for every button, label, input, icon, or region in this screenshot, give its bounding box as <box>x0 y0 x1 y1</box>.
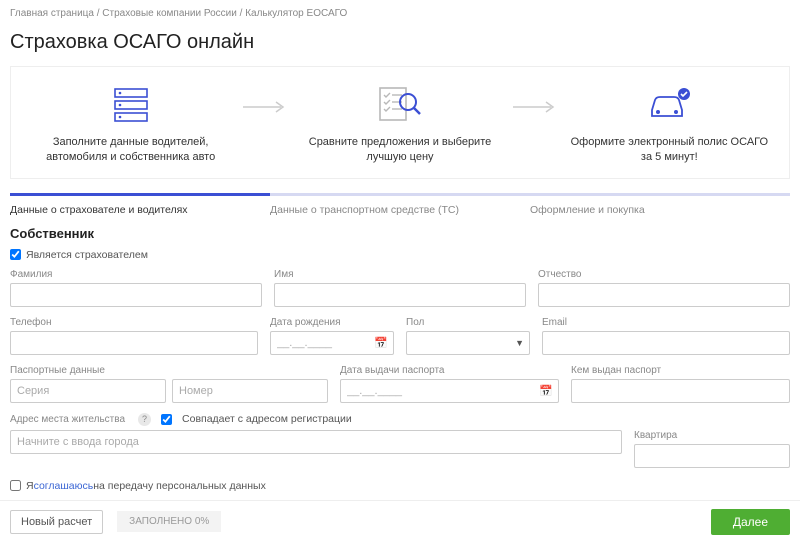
consent-row: Я соглашаюсь на передачу персональных да… <box>10 480 790 492</box>
footer-bar: Новый расчет ЗАПОЛНЕНО 0% Далее <box>0 500 800 543</box>
consent-suffix: на передачу персональных данных <box>93 480 266 492</box>
same-address-label: Совпадает с адресом регистрации <box>182 413 352 425</box>
help-icon[interactable]: ? <box>138 413 151 426</box>
new-calc-button[interactable]: Новый расчет <box>10 510 103 534</box>
address-label: Адрес места жительства <box>10 414 125 425</box>
step-2: Сравните предложения и выберите лучшую ц… <box>290 83 509 166</box>
chevron-down-icon: ▼ <box>515 338 524 348</box>
progress-seg-3 <box>530 193 790 196</box>
form-icon <box>29 83 232 127</box>
compare-icon <box>298 83 501 127</box>
breadcrumb-current: Калькулятор ЕОСАГО <box>245 8 347 19</box>
patronymic-label: Отчество <box>538 269 790 280</box>
tab-insurer[interactable]: Данные о страхователе и водителях <box>10 204 270 216</box>
next-button[interactable]: Далее <box>711 509 790 535</box>
is-insurer-row: Является страхователем <box>10 249 790 261</box>
progress-seg-2 <box>270 193 530 196</box>
owner-heading: Собственник <box>10 226 790 241</box>
phone-input[interactable] <box>10 331 258 355</box>
breadcrumb-companies[interactable]: Страховые компании России <box>102 8 237 19</box>
step-1: Заполните данные водителей, автомобиля и… <box>21 83 240 166</box>
lastname-input[interactable] <box>10 283 262 307</box>
phone-label: Телефон <box>10 317 258 328</box>
apartment-input[interactable] <box>634 444 790 468</box>
passport-issued-input[interactable] <box>571 379 790 403</box>
car-check-icon <box>568 83 771 127</box>
arrow-icon <box>510 101 560 113</box>
step-1-text: Заполните данные водителей, автомобиля и… <box>29 135 232 166</box>
is-insurer-label: Является страхователем <box>26 249 148 261</box>
lastname-label: Фамилия <box>10 269 262 280</box>
passport-label: Паспортные данные <box>10 365 328 376</box>
is-insurer-checkbox[interactable] <box>10 249 21 260</box>
progress-seg-1 <box>10 193 270 196</box>
owner-section: Собственник Является страхователем Фамил… <box>10 226 790 492</box>
apartment-label: Квартира <box>634 430 790 441</box>
gender-select[interactable] <box>406 331 530 355</box>
firstname-label: Имя <box>274 269 526 280</box>
fill-status: ЗАПОЛНЕНО 0% <box>117 511 221 532</box>
email-input[interactable] <box>542 331 790 355</box>
passport-number-input[interactable] <box>172 379 328 403</box>
tab-labels: Данные о страхователе и водителях Данные… <box>10 196 790 226</box>
breadcrumb: Главная страница / Страховые компании Ро… <box>0 0 800 27</box>
consent-link[interactable]: соглашаюсь <box>34 480 94 492</box>
patronymic-input[interactable] <box>538 283 790 307</box>
same-address-checkbox[interactable] <box>161 414 172 425</box>
firstname-input[interactable] <box>274 283 526 307</box>
consent-checkbox[interactable] <box>10 480 21 491</box>
page-title: Страховка ОСАГО онлайн <box>0 27 800 66</box>
arrow-icon <box>240 101 290 113</box>
progress-bar <box>10 193 790 196</box>
breadcrumb-home[interactable]: Главная страница <box>10 8 94 19</box>
address-input[interactable] <box>10 430 622 454</box>
tab-checkout[interactable]: Оформление и покупка <box>530 204 790 216</box>
consent-prefix: Я <box>26 480 34 492</box>
calendar-icon[interactable]: 📅 <box>374 336 388 349</box>
step-3-text: Оформите электронный полис ОСАГО за 5 ми… <box>568 135 771 166</box>
step-2-text: Сравните предложения и выберите лучшую ц… <box>298 135 501 166</box>
passport-series-input[interactable] <box>10 379 166 403</box>
dob-label: Дата рождения <box>270 317 394 328</box>
gender-label: Пол <box>406 317 530 328</box>
steps-panel: Заполните данные водителей, автомобиля и… <box>10 66 790 179</box>
passport-issued-label: Кем выдан паспорт <box>571 365 790 376</box>
calendar-icon[interactable]: 📅 <box>539 384 553 397</box>
email-label: Email <box>542 317 790 328</box>
passport-date-input[interactable] <box>340 379 559 403</box>
tab-vehicle[interactable]: Данные о транспортном средстве (ТС) <box>270 204 530 216</box>
passport-date-label: Дата выдачи паспорта <box>340 365 559 376</box>
step-3: Оформите электронный полис ОСАГО за 5 ми… <box>560 83 779 166</box>
